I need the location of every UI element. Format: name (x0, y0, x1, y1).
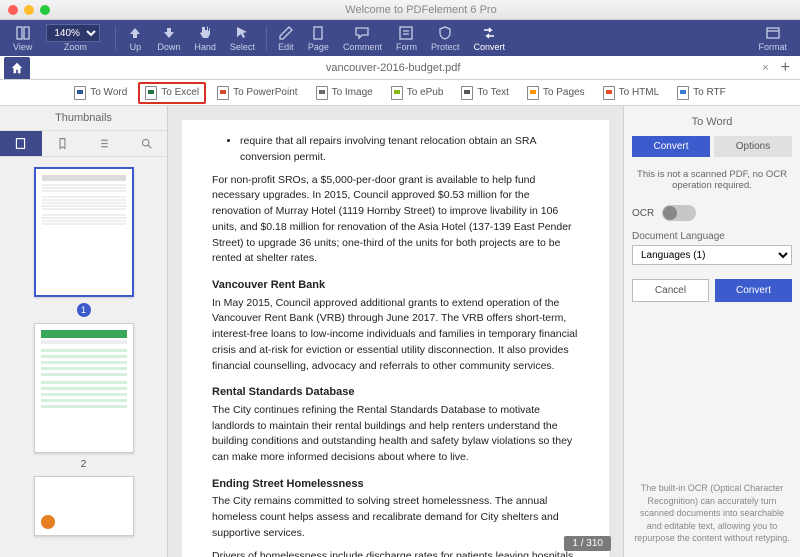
pdf-page: require that all repairs involving tenan… (182, 120, 609, 557)
document-tab[interactable]: vancouver-2016-budget.pdf (30, 58, 756, 78)
select-label: Select (230, 42, 255, 52)
down-tool[interactable]: Down (150, 25, 187, 52)
cancel-button[interactable]: Cancel (632, 279, 709, 302)
to-text-button[interactable]: To Text (454, 82, 516, 104)
convert-tool[interactable]: Convert (466, 25, 512, 52)
doc-language-label: Document Language (632, 231, 792, 242)
form-tool[interactable]: Form (389, 25, 424, 52)
home-tab[interactable] (4, 57, 30, 79)
search-tab[interactable] (125, 131, 167, 156)
html-icon (603, 86, 615, 100)
options-tab[interactable]: Options (714, 136, 792, 157)
minimize-window-icon[interactable] (24, 5, 34, 15)
edit-tool[interactable]: Edit (271, 25, 301, 52)
doc-bullet: require that all repairs involving tenan… (240, 134, 579, 166)
ocr-label: OCR (632, 208, 654, 219)
down-label: Down (157, 42, 180, 52)
to-epub-button[interactable]: To ePub (384, 82, 451, 104)
protect-tool[interactable]: Protect (424, 25, 467, 52)
ocr-toggle[interactable] (662, 205, 696, 221)
thumbnails-view-tab[interactable] (0, 131, 42, 156)
add-tab-icon[interactable]: + (775, 59, 796, 77)
outline-tab[interactable] (84, 131, 126, 156)
format-tool[interactable]: Format (751, 25, 794, 52)
to-word-button[interactable]: To Word (67, 82, 134, 104)
comment-tool[interactable]: Comment (336, 25, 389, 52)
ocr-footer-note: The built-in OCR (Optical Character Reco… (632, 476, 792, 551)
to-excel-button[interactable]: To Excel (138, 82, 206, 104)
word-icon (74, 86, 86, 100)
text-icon (461, 86, 473, 100)
side-panel-title: To Word (632, 112, 792, 136)
thumbnail-page-1[interactable] (34, 167, 134, 297)
edit-label: Edit (278, 42, 294, 52)
pages-icon (527, 86, 539, 100)
select-tool[interactable]: Select (223, 25, 262, 52)
bookmarks-tab[interactable] (42, 131, 84, 156)
to-pages-button[interactable]: To Pages (520, 82, 592, 104)
doc-paragraph: The City continues refining the Rental S… (212, 403, 579, 466)
image-icon (316, 86, 328, 100)
page-label: Page (308, 42, 329, 52)
convert-side-panel: To Word Convert Options This is not a sc… (623, 106, 800, 557)
maximize-window-icon[interactable] (40, 5, 50, 15)
toolbar-separator (115, 26, 116, 50)
hand-label: Hand (194, 42, 216, 52)
hand-tool[interactable]: Hand (187, 25, 223, 52)
main-toolbar: View 140% Zoom Up Down Hand Select Edit … (0, 20, 800, 56)
doc-heading: Vancouver Rent Bank (212, 277, 579, 294)
powerpoint-icon (217, 86, 229, 100)
thumbnail-page-3[interactable] (34, 476, 134, 536)
zoom-select[interactable]: 140% (46, 24, 100, 42)
document-tabbar: vancouver-2016-budget.pdf × + (0, 56, 800, 80)
excel-icon (145, 86, 157, 100)
zoom-tool[interactable]: 140% Zoom (39, 24, 111, 52)
thumbnail-page-2[interactable] (34, 323, 134, 453)
to-rtf-button[interactable]: To RTF (670, 82, 733, 104)
rtf-icon (677, 86, 689, 100)
view-tool[interactable]: View (6, 25, 39, 52)
doc-paragraph: For non-profit SROs, a $5,000-per-door g… (212, 173, 579, 268)
comment-label: Comment (343, 42, 382, 52)
to-powerpoint-button[interactable]: To PowerPoint (210, 82, 304, 104)
window-controls (8, 5, 50, 15)
doc-heading: Rental Standards Database (212, 384, 579, 401)
window-titlebar: Welcome to PDFelement 6 Pro (0, 0, 800, 20)
close-tab-icon[interactable]: × (756, 62, 774, 74)
doc-language-select[interactable]: Languages (1) (632, 245, 792, 265)
toolbar-separator (266, 26, 267, 50)
up-tool[interactable]: Up (120, 25, 150, 52)
doc-heading: Ending Street Homelessness (212, 476, 579, 493)
page-tool[interactable]: Page (301, 25, 336, 52)
form-label: Form (396, 42, 417, 52)
thumbnail-number: 2 (81, 459, 87, 470)
document-viewer[interactable]: require that all repairs involving tenan… (168, 106, 623, 557)
view-label: View (13, 42, 32, 52)
doc-paragraph: The City remains committed to solving st… (212, 494, 579, 541)
thumbnails-list: 1 2 (0, 157, 167, 557)
up-label: Up (130, 42, 142, 52)
zoom-label: Zoom (64, 42, 87, 52)
window-title: Welcome to PDFelement 6 Pro (50, 4, 792, 16)
thumbnails-title: Thumbnails (0, 106, 167, 131)
thumbnails-panel: Thumbnails 1 2 (0, 106, 168, 557)
convert-format-bar: To Word To Excel To PowerPoint To Image … (0, 80, 800, 106)
doc-paragraph: Drivers of homelessness include discharg… (212, 549, 579, 557)
epub-icon (391, 86, 403, 100)
doc-paragraph: In May 2015, Council approved additional… (212, 296, 579, 375)
convert-button[interactable]: Convert (715, 279, 792, 302)
convert-tab[interactable]: Convert (632, 136, 710, 157)
thumbnail-number: 1 (77, 303, 91, 317)
close-window-icon[interactable] (8, 5, 18, 15)
to-image-button[interactable]: To Image (309, 82, 380, 104)
thumbnails-tabs (0, 131, 167, 157)
format-label: Format (758, 42, 787, 52)
page-counter[interactable]: 1 / 310 (564, 536, 611, 551)
ocr-note: This is not a scanned PDF, no OCR operat… (632, 165, 792, 195)
convert-label: Convert (473, 42, 505, 52)
to-html-button[interactable]: To HTML (596, 82, 667, 104)
protect-label: Protect (431, 42, 460, 52)
